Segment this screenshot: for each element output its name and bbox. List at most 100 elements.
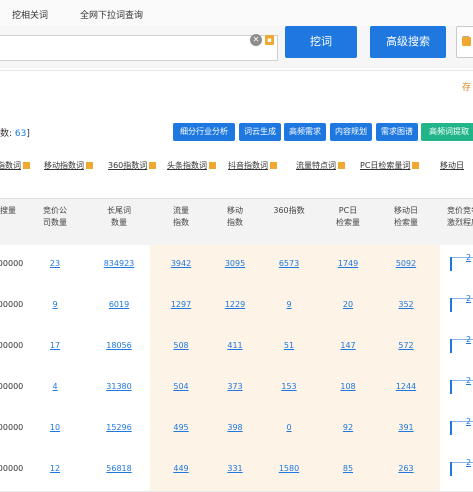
metric-link[interactable]: 4	[30, 382, 80, 391]
metric-link[interactable]: 85	[322, 464, 374, 473]
metric-link[interactable]: 51	[266, 341, 312, 350]
competition-value[interactable]: 2	[466, 417, 471, 426]
competition-value[interactable]: 2	[466, 294, 471, 303]
volume-cell: 000000	[0, 464, 24, 473]
metric-link[interactable]: 504	[157, 382, 205, 391]
competition-meter[interactable]: 2	[450, 294, 473, 312]
metric-link[interactable]: 572	[380, 341, 432, 350]
metric-link[interactable]: 5092	[380, 259, 432, 268]
index-link[interactable]: 移动指数词	[44, 160, 93, 171]
metric-link[interactable]: 508	[157, 341, 205, 350]
top-tabs: 挖相关词 全网下拉词查询	[0, 0, 473, 27]
volume-cell: 000000	[0, 300, 24, 309]
volume-cell: 000000	[0, 259, 24, 268]
metric-link[interactable]: 108	[322, 382, 374, 391]
metric-link[interactable]: 1580	[266, 464, 312, 473]
metric-link[interactable]: 352	[380, 300, 432, 309]
metric-link[interactable]: 15296	[90, 423, 148, 432]
metric-link[interactable]: 153	[266, 382, 312, 391]
metric-link[interactable]: 495	[157, 423, 205, 432]
metric-link[interactable]: 9	[266, 300, 312, 309]
metric-link[interactable]: 147	[322, 341, 374, 350]
divider	[0, 70, 473, 71]
competition-meter[interactable]: 2	[450, 458, 473, 476]
index-filter-links: 指数词 移动指数词 360指数词 头条指数词 抖音指数词 流量特点词 PC日检索…	[0, 160, 473, 174]
metric-link[interactable]: 6573	[266, 259, 312, 268]
metric-link[interactable]: 0	[266, 423, 312, 432]
column-header[interactable]: PC日 检索量	[322, 205, 374, 229]
clear-icon[interactable]: ✕	[250, 34, 262, 46]
metric-link[interactable]: 391	[380, 423, 432, 432]
metric-link[interactable]: 1749	[322, 259, 374, 268]
index-link[interactable]: 指数词	[0, 160, 30, 171]
table-row: 000000 17 18056 508411 51 147 572 2	[0, 327, 473, 369]
metric-link[interactable]: 17	[30, 341, 80, 350]
index-link[interactable]: 流量特点词	[296, 160, 345, 171]
metric-link[interactable]: 449	[157, 464, 205, 473]
metric-link[interactable]: 12	[30, 464, 80, 473]
metric-link[interactable]: 1229	[208, 300, 262, 309]
volume-cell: 000000	[0, 341, 24, 350]
keyword-extract-button[interactable]: 高频词提取	[421, 123, 473, 141]
vip-badge-icon	[462, 37, 471, 46]
metric-link[interactable]: 23	[30, 259, 80, 268]
industry-analysis-button[interactable]: 细分行业分析	[173, 123, 235, 141]
metric-link[interactable]: 9	[30, 300, 80, 309]
content-plan-button[interactable]: 内容规划	[330, 123, 372, 141]
competition-meter[interactable]: 2	[450, 335, 473, 353]
metric-link[interactable]: 31380	[90, 382, 148, 391]
index-link[interactable]: 抖音指数词	[228, 160, 277, 171]
metric-link[interactable]: 20	[322, 300, 374, 309]
column-header[interactable]: 移动日 检索量	[380, 205, 432, 229]
metric-link[interactable]: 411	[208, 341, 262, 350]
competition-value[interactable]: 2	[466, 458, 471, 467]
competition-meter[interactable]: 2	[450, 417, 473, 435]
metric-link[interactable]: 331	[208, 464, 262, 473]
index-link[interactable]: 360指数词	[108, 160, 157, 171]
index-link[interactable]: PC日检索量词	[360, 160, 420, 171]
metric-link[interactable]: 18056	[90, 341, 148, 350]
table-header: 搜量 竞价公 司数量 长尾词 数量 流量 指数 移动 指数 360指数 PC日 检索量 移动日…	[0, 198, 473, 246]
tab-related-words[interactable]: 挖相关词	[12, 8, 48, 21]
metric-link[interactable]: 834923	[90, 259, 148, 268]
table-row: 000000 9 6019 12971229 9 20 352 2	[0, 286, 473, 328]
search-button[interactable]: 挖词	[285, 26, 357, 58]
column-header[interactable]: 流量 指数	[157, 205, 205, 229]
metric-link[interactable]: 263	[380, 464, 432, 473]
table-row: 000000 10 15296 495398 0 92 391 2	[0, 409, 473, 451]
search-input[interactable]	[0, 35, 278, 61]
lock-icon: ▪	[265, 35, 274, 45]
word-cloud-button[interactable]: 词云生成	[239, 123, 281, 141]
metric-link[interactable]: 373	[208, 382, 262, 391]
competition-value[interactable]: 2	[466, 253, 471, 262]
metric-link[interactable]: 56818	[90, 464, 148, 473]
competition-meter[interactable]: 2	[450, 376, 473, 394]
column-header[interactable]: 长尾词 数量	[90, 205, 148, 229]
column-header[interactable]: 搜量	[0, 205, 28, 217]
column-header[interactable]: 竞价公 司数量	[30, 205, 80, 229]
column-header[interactable]: 移动 指数	[208, 205, 262, 229]
table-row: 000000 4 31380 504373 153 108 1244 2	[0, 368, 473, 410]
save-link[interactable]: 存	[462, 80, 471, 93]
metric-link[interactable]: 1244	[380, 382, 432, 391]
metric-link[interactable]: 3942	[157, 259, 205, 268]
demand-map-button[interactable]: 需求图谱	[376, 123, 418, 141]
index-link[interactable]: 移动日	[440, 160, 464, 171]
table-row: 000000 23 834923 39423095 6573 1749 5092 2	[0, 245, 473, 287]
metric-link[interactable]: 10	[30, 423, 80, 432]
advanced-search-button[interactable]: 高级搜索	[370, 26, 446, 58]
competition-meter[interactable]: 2	[450, 253, 473, 271]
column-header[interactable]: 竞价竞争 激烈程度	[438, 205, 473, 229]
index-link[interactable]: 头条指数词	[167, 160, 216, 171]
column-header[interactable]: 360指数	[266, 205, 312, 217]
metric-link[interactable]: 3095	[208, 259, 262, 268]
result-count-value: 63	[14, 129, 27, 139]
high-demand-button[interactable]: 高频需求	[284, 123, 326, 141]
competition-value[interactable]: 2	[466, 335, 471, 344]
metric-link[interactable]: 92	[322, 423, 374, 432]
metric-link[interactable]: 398	[208, 423, 262, 432]
tab-dropdown-query[interactable]: 全网下拉词查询	[80, 8, 143, 21]
metric-link[interactable]: 6019	[90, 300, 148, 309]
metric-link[interactable]: 1297	[157, 300, 205, 309]
competition-value[interactable]: 2	[466, 376, 471, 385]
